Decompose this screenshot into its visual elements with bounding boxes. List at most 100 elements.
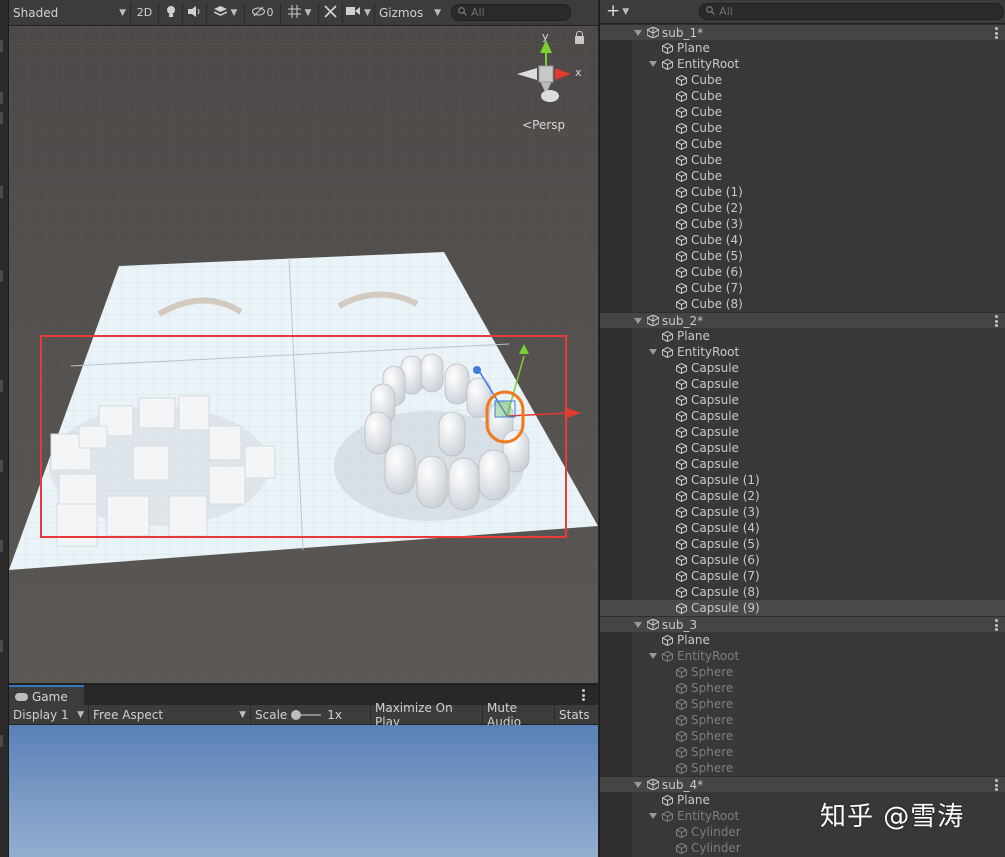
hierarchy-scene-row[interactable]: sub_4* [600, 776, 1005, 792]
hierarchy-item-child[interactable]: Cube [600, 168, 1005, 184]
item-label: Capsule (6) [691, 553, 760, 567]
hierarchy-item-child[interactable]: Cube (7) [600, 280, 1005, 296]
draw-mode-dropdown[interactable]: Shaded ▼ [9, 2, 131, 23]
display-dropdown[interactable]: Display 1 ▼ [9, 704, 89, 725]
hierarchy-item-child[interactable]: Capsule (8) [600, 584, 1005, 600]
scene-view[interactable]: y x <Persp [9, 26, 598, 683]
hierarchy-item-child[interactable]: Cube [600, 152, 1005, 168]
hierarchy-item-entityroot[interactable]: EntityRoot [600, 648, 1005, 664]
hierarchy-item-child[interactable]: Sphere [600, 744, 1005, 760]
game-menu-icon[interactable] [582, 689, 585, 701]
fold-arrow-icon[interactable] [634, 318, 642, 324]
scene-menu-icon[interactable] [995, 619, 998, 631]
hierarchy-item-child[interactable]: Capsule (7) [600, 568, 1005, 584]
projection-toggle[interactable]: <Persp [522, 118, 565, 132]
hierarchy-item-child[interactable]: Capsule [600, 456, 1005, 472]
hierarchy-item-child[interactable]: Capsule [600, 360, 1005, 376]
hierarchy-panel: sub_1* Plane EntityRoot Cube Cube Cube Cube Cub… [599, 24, 1005, 857]
strip-mark [0, 186, 3, 198]
hierarchy-item-child[interactable]: Cube (6) [600, 264, 1005, 280]
fold-arrow-icon[interactable] [634, 622, 642, 628]
hierarchy-item-entityroot[interactable]: EntityRoot [600, 56, 1005, 72]
hierarchy-item-child[interactable]: Cube [600, 72, 1005, 88]
scene-search-input[interactable]: All [451, 4, 571, 21]
fold-arrow-icon[interactable] [649, 813, 657, 819]
hierarchy-item-plane[interactable]: Plane [600, 40, 1005, 56]
hidden-objects-toggle[interactable]: 0 [245, 2, 281, 23]
fold-arrow-icon[interactable] [634, 782, 642, 788]
fold-arrow-icon[interactable] [634, 30, 642, 36]
scene-menu-icon[interactable] [995, 779, 998, 791]
hierarchy-item-child[interactable]: Capsule [600, 440, 1005, 456]
tools-button[interactable] [319, 2, 343, 23]
hierarchy-item-child[interactable]: Cube [600, 104, 1005, 120]
scale-slider[interactable] [291, 709, 322, 720]
lock-icon[interactable] [575, 31, 584, 44]
grid-dropdown[interactable]: ▼ [281, 2, 319, 23]
item-label: Cube (5) [691, 249, 743, 263]
hierarchy-item-child[interactable]: Capsule [600, 392, 1005, 408]
hierarchy-item-entityroot[interactable]: EntityRoot [600, 344, 1005, 360]
fold-arrow-icon[interactable] [649, 349, 657, 355]
hierarchy-item-child[interactable]: Cube (3) [600, 216, 1005, 232]
hierarchy-item-child[interactable]: Capsule (3) [600, 504, 1005, 520]
hierarchy-item-child[interactable]: Cube [600, 88, 1005, 104]
hierarchy-item-child[interactable]: Cube (4) [600, 232, 1005, 248]
hierarchy-item-plane[interactable]: Plane [600, 632, 1005, 648]
chevron-down-icon[interactable]: ▼ [622, 7, 629, 17]
audio-toggle[interactable] [183, 2, 207, 23]
hierarchy-scene-row[interactable]: sub_1* [600, 24, 1005, 40]
hierarchy-item-child[interactable]: Cylinder [600, 840, 1005, 856]
hierarchy-item-child[interactable]: Cube [600, 136, 1005, 152]
fold-arrow-icon[interactable] [649, 653, 657, 659]
hierarchy-item-child[interactable]: Sphere [600, 712, 1005, 728]
hierarchy-item-plane[interactable]: Plane [600, 328, 1005, 344]
hierarchy-item-child[interactable]: Capsule (2) [600, 488, 1005, 504]
hierarchy-item-child[interactable]: Capsule (6) [600, 552, 1005, 568]
scene-menu-icon[interactable] [995, 27, 998, 39]
hierarchy-item-child[interactable]: Capsule (5) [600, 536, 1005, 552]
hierarchy-scene-row[interactable]: sub_2* [600, 312, 1005, 328]
hierarchy-item-child[interactable]: Capsule [600, 408, 1005, 424]
game-view[interactable] [9, 725, 598, 857]
aspect-dropdown[interactable]: Free Aspect ▼ [89, 704, 251, 725]
hierarchy-item-child[interactable]: Capsule (4) [600, 520, 1005, 536]
fold-arrow-icon[interactable] [649, 61, 657, 67]
hierarchy-item-child[interactable]: Capsule [600, 376, 1005, 392]
tab-game[interactable]: Game [9, 685, 84, 706]
hierarchy-item-child[interactable]: Cube [600, 120, 1005, 136]
stats-toggle[interactable]: Stats [555, 705, 593, 725]
gizmos-label: Gizmos [379, 5, 424, 20]
hierarchy-item-child[interactable]: Capsule [600, 424, 1005, 440]
scene-menu-icon[interactable] [995, 315, 998, 327]
mute-audio-toggle[interactable]: Mute Audio [483, 701, 555, 729]
lighting-toggle[interactable] [159, 2, 183, 23]
gameobject-icon [676, 826, 687, 838]
hierarchy-item-child[interactable]: Capsule (1) [600, 472, 1005, 488]
camera-dropdown[interactable]: ▼ [343, 2, 375, 23]
gameobject-icon [676, 586, 687, 598]
hierarchy-item-child[interactable]: Sphere [600, 760, 1005, 776]
add-icon[interactable]: + [606, 3, 620, 20]
item-label: Capsule (8) [691, 585, 760, 599]
hierarchy-item-child[interactable]: Cube (1) [600, 184, 1005, 200]
effects-dropdown[interactable]: ▼ [207, 2, 245, 23]
hierarchy-item-child[interactable]: Cube (8) [600, 296, 1005, 312]
hierarchy-item-child[interactable]: Cube (5) [600, 248, 1005, 264]
maximize-on-play-toggle[interactable]: Maximize On Play [371, 701, 483, 729]
scale-control[interactable]: Scale 1x [251, 704, 371, 725]
hierarchy-item-child[interactable]: Sphere [600, 696, 1005, 712]
gameobject-icon [662, 794, 673, 806]
gameobject-icon [676, 474, 687, 486]
toggle-2d-button[interactable]: 2D [131, 2, 159, 23]
scale-slider-handle[interactable] [291, 709, 302, 720]
gizmos-dropdown[interactable]: Gizmos ▼ [375, 3, 445, 23]
hierarchy-item-child[interactable]: Cube (2) [600, 200, 1005, 216]
hierarchy-item-child[interactable]: Sphere [600, 664, 1005, 680]
hierarchy-item-child[interactable]: Sphere [600, 680, 1005, 696]
hierarchy-item-child[interactable]: Sphere [600, 728, 1005, 744]
chevron-down-icon: ▼ [230, 7, 238, 18]
hierarchy-item-child[interactable]: Capsule (9) [600, 600, 1005, 616]
hierarchy-scene-row[interactable]: sub_3 [600, 616, 1005, 632]
hierarchy-search-input[interactable]: All [699, 3, 1005, 20]
